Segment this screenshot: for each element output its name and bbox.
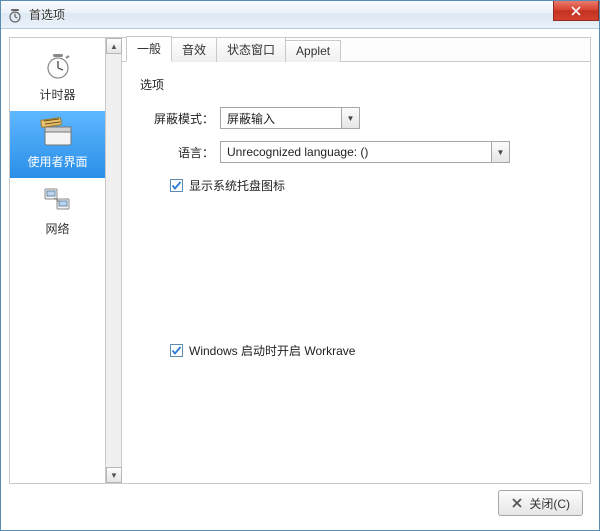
window-close-button[interactable] [553,1,599,21]
content-area: 一般 音效 状态窗口 Applet 选项 屏蔽模式： 屏蔽输入 ▼ [122,38,590,483]
sidebar-item-network[interactable]: 网络 [10,178,105,245]
scroll-down-button[interactable]: ▼ [106,467,122,483]
window-title: 首选项 [29,6,553,23]
autostart-checkbox[interactable] [170,344,183,357]
check-icon [171,180,182,191]
app-icon [7,7,23,23]
sidebar-item-label: 使用者界面 [27,153,87,170]
chevron-down-icon: ▼ [491,142,509,162]
tray-checkbox[interactable] [170,179,183,192]
sidebar: 计时器 使用者界面 [10,38,106,483]
close-icon [571,6,581,16]
sidebar-item-label: 网络 [45,220,69,237]
row-autostart: Windows 启动时开启 Workrave [170,342,572,359]
system-buttons [553,1,599,28]
row-block-mode: 屏蔽模式： 屏蔽输入 ▼ [140,107,572,129]
block-mode-label: 屏蔽模式： [140,110,220,127]
ui-icon [38,117,78,149]
row-language: 语言： Unrecognized language: () ▼ [140,141,572,163]
close-button-label: 关闭(C) [529,495,570,512]
network-icon [38,184,78,216]
titlebar[interactable]: 首选项 [1,1,599,29]
tab-applet[interactable]: Applet [285,40,341,62]
timer-icon [38,50,78,82]
preferences-window: 首选项 [0,0,600,531]
client-area: 计时器 使用者界面 [1,29,599,530]
close-button[interactable]: 关闭(C) [498,490,583,516]
language-label: 语言： [140,144,220,161]
language-value: Unrecognized language: () [221,145,491,159]
language-combo[interactable]: Unrecognized language: () ▼ [220,141,510,163]
row-tray-icon: 显示系统托盘图标 [170,177,572,194]
sidebar-item-timer[interactable]: 计时器 [10,44,105,111]
sidebar-item-ui[interactable]: 使用者界面 [10,111,105,178]
tabpanel-general: 选项 屏蔽模式： 屏蔽输入 ▼ 语言： Unrecognized languag… [122,62,590,483]
block-mode-value: 屏蔽输入 [221,110,341,127]
tray-checkbox-label: 显示系统托盘图标 [189,177,285,194]
sidebar-item-label: 计时器 [39,86,75,103]
chevron-down-icon: ▼ [341,108,359,128]
block-mode-combo[interactable]: 屏蔽输入 ▼ [220,107,360,129]
inner-frame: 计时器 使用者界面 [9,37,591,484]
tab-sound[interactable]: 音效 [171,37,217,62]
tab-status-window[interactable]: 状态窗口 [216,37,286,62]
scroll-up-button[interactable]: ▲ [106,38,122,54]
tab-general[interactable]: 一般 [126,36,172,62]
footer: 关闭(C) [9,484,591,522]
check-icon [171,345,182,356]
tab-strip: 一般 音效 状态窗口 Applet [122,38,590,62]
autostart-checkbox-label: Windows 启动时开启 Workrave [189,342,355,359]
sidebar-scrollbar[interactable]: ▲ ▼ [106,38,122,483]
close-icon [511,497,523,509]
options-group-title: 选项 [140,76,572,93]
